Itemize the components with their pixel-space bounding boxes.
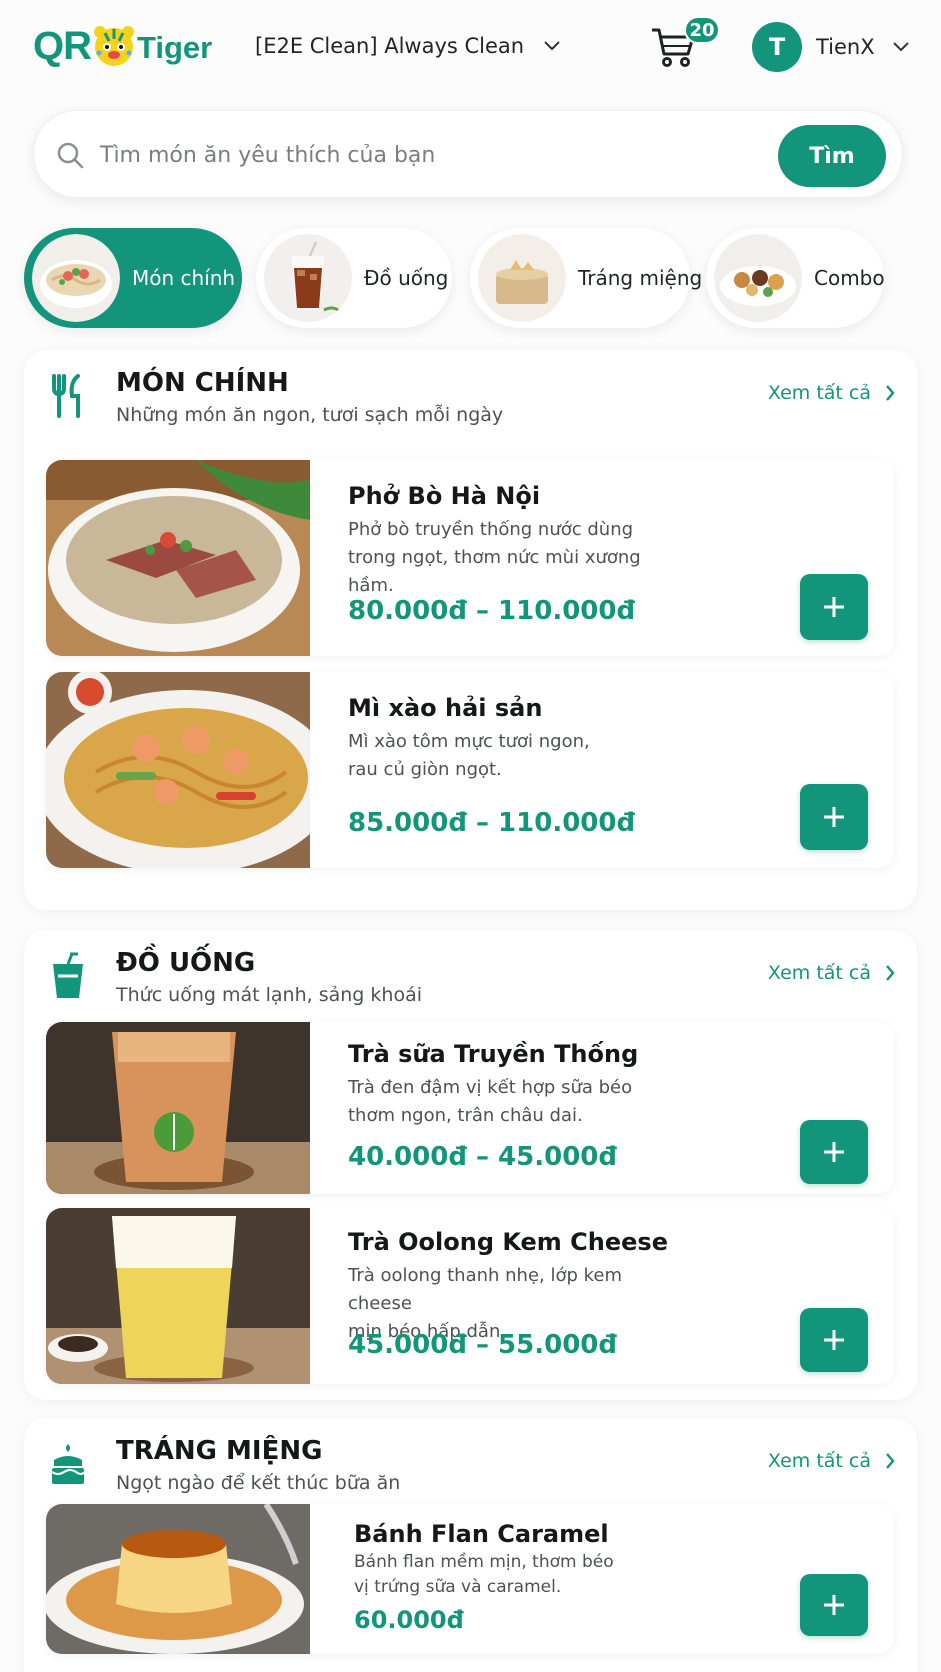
- see-all-link[interactable]: Xem tất cả: [768, 1450, 895, 1472]
- see-all-label: Xem tất cả: [767, 382, 871, 404]
- item-description: Phở bò truyền thống nước dùng trong ngọt…: [348, 516, 678, 600]
- plus-icon: [824, 1142, 844, 1162]
- store-name: [E2E Clean] Always Clean: [255, 34, 525, 58]
- chevron-right-icon: [886, 1453, 895, 1469]
- store-selector[interactable]: [E2E Clean] Always Clean: [255, 26, 562, 66]
- section-title: ĐỒ UỐNG: [116, 948, 256, 978]
- category-tab-main-dishes[interactable]: Món chính: [24, 228, 242, 328]
- item-description-line: rau củ giòn ngọt.: [348, 759, 502, 780]
- item-price: 45.000đ – 55.000đ: [348, 1330, 617, 1360]
- section-title: TRÁNG MIỆNG: [116, 1436, 323, 1466]
- chevron-down-icon: [892, 42, 909, 52]
- item-price: 60.000đ: [354, 1606, 464, 1634]
- category-tab-desserts[interactable]: Tráng miệng: [470, 228, 702, 328]
- section-subtitle: Ngọt ngào để kết thúc bữa ăn: [116, 1472, 401, 1494]
- add-to-cart-button[interactable]: [800, 1120, 868, 1184]
- item-description-line: Mì xào tôm mực tươi ngon,: [348, 731, 590, 752]
- dessert-image: [478, 234, 566, 322]
- item-description-line: Bánh flan mềm mịn, thơm béo: [354, 1552, 614, 1572]
- user-menu[interactable]: T TienX: [752, 22, 911, 72]
- mi-xao-hai-san-image: [46, 672, 310, 868]
- add-to-cart-button[interactable]: [800, 784, 868, 850]
- item-description-line: Trà đen đậm vị kết hợp sữa béo: [348, 1077, 633, 1098]
- see-all-label: Xem tất cả: [767, 1450, 871, 1472]
- item-description: Trà đen đậm vị kết hợp sữa béo thơm ngon…: [348, 1074, 678, 1130]
- logo-tiger-text: Tiger: [137, 30, 213, 65]
- app-header: QR Tiger [E2E Clean] Always Clean 20 T T…: [0, 0, 941, 96]
- cart-count-badge: 20: [684, 16, 720, 44]
- iced-tea-image: [264, 234, 352, 322]
- section-main-dishes: MÓN CHÍNH Những món ăn ngon, tươi sạch m…: [24, 350, 917, 910]
- category-tab-label: Tráng miệng: [578, 266, 703, 290]
- add-to-cart-button[interactable]: [800, 574, 868, 640]
- item-price: 40.000đ – 45.000đ: [348, 1142, 617, 1172]
- banh-flan-image: [46, 1504, 310, 1654]
- menu-item-card[interactable]: Mì xào hải sản Mì xào tôm mực tươi ngon,…: [46, 672, 894, 868]
- add-to-cart-button[interactable]: [800, 1308, 868, 1372]
- add-to-cart-button[interactable]: [800, 1574, 868, 1636]
- menu-item-card[interactable]: Trà sữa Truyền Thống Trà đen đậm vị kết …: [46, 1022, 894, 1194]
- qr-tiger-logo[interactable]: QR Tiger: [33, 22, 212, 70]
- pho-bo-image: [46, 460, 310, 656]
- search-icon: [57, 142, 84, 169]
- search-button[interactable]: Tìm: [778, 125, 886, 187]
- plus-icon: [824, 1330, 844, 1350]
- chevron-down-icon: [544, 41, 560, 51]
- item-name: Mì xào hải sản: [348, 694, 543, 722]
- item-description-line: Phở bò truyền thống nước dùng: [348, 519, 634, 540]
- tiger-face-icon: [94, 26, 134, 66]
- tra-oolong-kem-cheese-image: [46, 1208, 310, 1384]
- section-drinks: ĐỒ UỐNG Thức uống mát lạnh, sảng khoái X…: [24, 930, 917, 1400]
- utensils-icon: [52, 374, 80, 418]
- item-description: Mì xào tôm mực tươi ngon, rau củ giòn ng…: [348, 728, 678, 784]
- see-all-label: Xem tất cả: [767, 962, 871, 984]
- category-tabs: Món chính Đồ uống Tráng miệng Combo: [24, 228, 941, 328]
- item-description-line: trong ngọt, thơm nức mùi xương hầm.: [348, 547, 641, 596]
- menu-item-card[interactable]: Trà Oolong Kem Cheese Trà oolong thanh n…: [46, 1208, 894, 1384]
- see-all-link[interactable]: Xem tất cả: [768, 962, 895, 984]
- section-title: MÓN CHÍNH: [116, 368, 289, 398]
- item-description: Bánh flan mềm mịn, thơm béo vị trứng sữa…: [354, 1550, 684, 1600]
- category-tab-label: Đồ uống: [364, 266, 449, 290]
- section-subtitle: Những món ăn ngon, tươi sạch mỗi ngày: [116, 404, 504, 426]
- item-name: Trà sữa Truyền Thống: [348, 1040, 639, 1068]
- category-tab-label: Món chính: [132, 266, 236, 290]
- search-input[interactable]: [100, 133, 780, 177]
- item-price: 80.000đ – 110.000đ: [348, 596, 636, 626]
- section-desserts: TRÁNG MIỆNG Ngọt ngào để kết thúc bữa ăn…: [24, 1418, 917, 1672]
- item-description-line: vị trứng sữa và caramel.: [354, 1577, 562, 1597]
- user-name: TienX: [816, 35, 875, 59]
- cake-icon: [51, 1444, 85, 1484]
- see-all-link[interactable]: Xem tất cả: [768, 382, 895, 404]
- menu-item-card[interactable]: Bánh Flan Caramel Bánh flan mềm mịn, thơ…: [46, 1504, 894, 1654]
- avatar: T: [752, 22, 802, 72]
- item-name: Bánh Flan Caramel: [354, 1520, 609, 1548]
- category-tab-combo[interactable]: Combo: [706, 228, 885, 328]
- chevron-right-icon: [886, 965, 895, 981]
- item-name: Trà Oolong Kem Cheese: [348, 1228, 668, 1256]
- cart-button[interactable]: 20: [650, 16, 722, 76]
- menu-item-card[interactable]: Phở Bò Hà Nội Phở bò truyền thống nước d…: [46, 460, 894, 656]
- search-bar: Tìm: [33, 110, 903, 198]
- noodle-bowl-image: [32, 234, 120, 322]
- section-subtitle: Thức uống mát lạnh, sảng khoái: [116, 984, 422, 1006]
- category-tab-label: Combo: [814, 266, 885, 290]
- plus-icon: [824, 597, 844, 617]
- item-description-line: thơm ngon, trân châu dai.: [348, 1105, 583, 1126]
- logo-qr-text: QR: [33, 23, 92, 68]
- drink-cup-icon: [53, 952, 83, 998]
- item-description-line: Trà oolong thanh nhẹ, lớp kem cheese: [348, 1265, 623, 1314]
- plus-icon: [824, 807, 844, 827]
- plus-icon: [824, 1595, 844, 1615]
- item-price: 85.000đ – 110.000đ: [348, 808, 636, 838]
- combo-plate-image: [714, 234, 802, 322]
- category-tab-drinks[interactable]: Đồ uống: [256, 228, 452, 328]
- item-name: Phở Bò Hà Nội: [348, 482, 541, 510]
- tra-sua-image: [46, 1022, 310, 1194]
- chevron-right-icon: [886, 385, 895, 401]
